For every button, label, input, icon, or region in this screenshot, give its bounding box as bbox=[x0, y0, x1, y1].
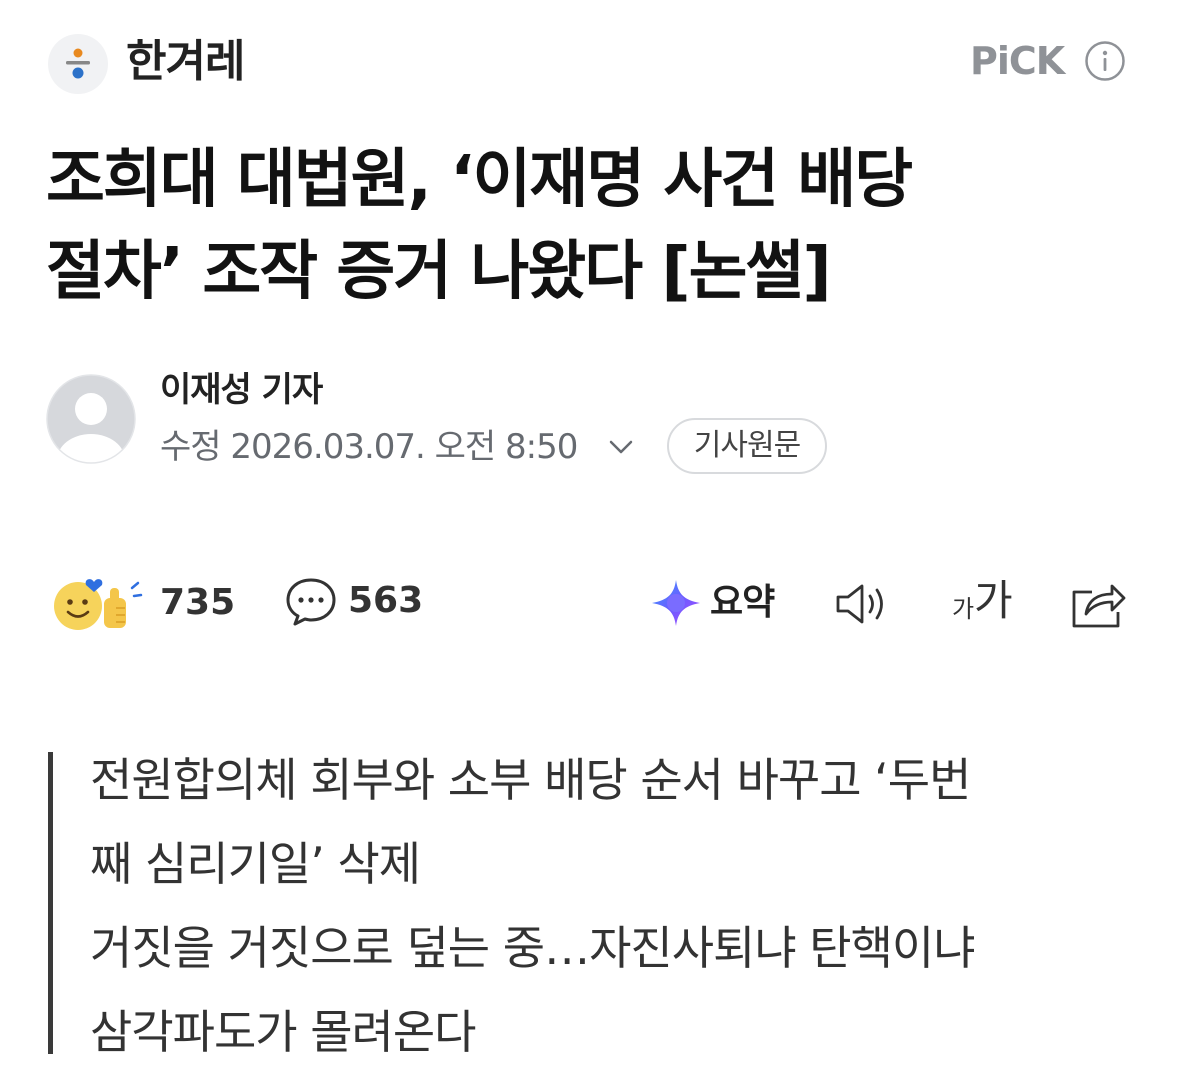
reaction-emoji-icon bbox=[54, 579, 143, 630]
subhead-line: 삼각파도가 몰려온다 bbox=[90, 1005, 477, 1059]
summary-button[interactable]: 요약 bbox=[710, 580, 775, 626]
reporter-avatar[interactable] bbox=[46, 374, 136, 464]
font-size-large-glyph: 가 bbox=[974, 576, 1013, 625]
speaker-icon[interactable] bbox=[833, 580, 895, 628]
share-icon[interactable] bbox=[1070, 578, 1128, 630]
font-size-small-glyph: 가 bbox=[952, 595, 975, 623]
reaction-count[interactable]: 735 bbox=[160, 580, 235, 626]
subhead-line: 째 심리기일’ 삭제 bbox=[90, 837, 421, 891]
subhead-line: 거짓을 거짓으로 덮는 중…자진사퇴냐 탄핵이냐 bbox=[90, 921, 976, 975]
avatar-placeholder-icon bbox=[46, 374, 136, 464]
headline-line: 절차’ 조작 증거 나왔다 [논썰] bbox=[46, 235, 832, 309]
article-dateline[interactable]: 수정 2026.03.07. 오전 8:50 bbox=[160, 424, 578, 470]
pick-badge: PiCK bbox=[970, 39, 1065, 83]
comment-icon[interactable] bbox=[284, 576, 338, 628]
press-logo[interactable] bbox=[48, 34, 108, 94]
headline-line: 조희대 대법원, ‘이재명 사건 배당 bbox=[46, 143, 913, 217]
subhead-divider bbox=[48, 752, 53, 1054]
reaction-button[interactable] bbox=[52, 574, 152, 634]
article-subhead: 전원합의체 회부와 소부 배당 순서 바꾸고 ‘두번 째 심리기일’ 삭제 거짓… bbox=[90, 738, 1150, 1074]
ai-summary-icon[interactable] bbox=[650, 578, 702, 628]
chevron-down-icon[interactable] bbox=[606, 434, 636, 460]
reporter-name[interactable]: 이재성 기자 bbox=[160, 366, 323, 414]
info-icon[interactable] bbox=[1084, 40, 1126, 82]
article-headline: 조희대 대법원, ‘이재명 사건 배당 절차’ 조작 증거 나왔다 [논썰] bbox=[46, 134, 1146, 318]
press-name[interactable]: 한겨레 bbox=[126, 34, 245, 90]
subhead-line: 전원합의체 회부와 소부 배당 순서 바꾸고 ‘두번 bbox=[90, 753, 971, 807]
hankyoreh-logo-icon bbox=[66, 48, 90, 79]
comment-count[interactable]: 563 bbox=[348, 578, 423, 624]
font-size-button[interactable]: 가 가 bbox=[952, 576, 1024, 630]
original-article-button[interactable]: 기사원문 bbox=[667, 418, 827, 474]
